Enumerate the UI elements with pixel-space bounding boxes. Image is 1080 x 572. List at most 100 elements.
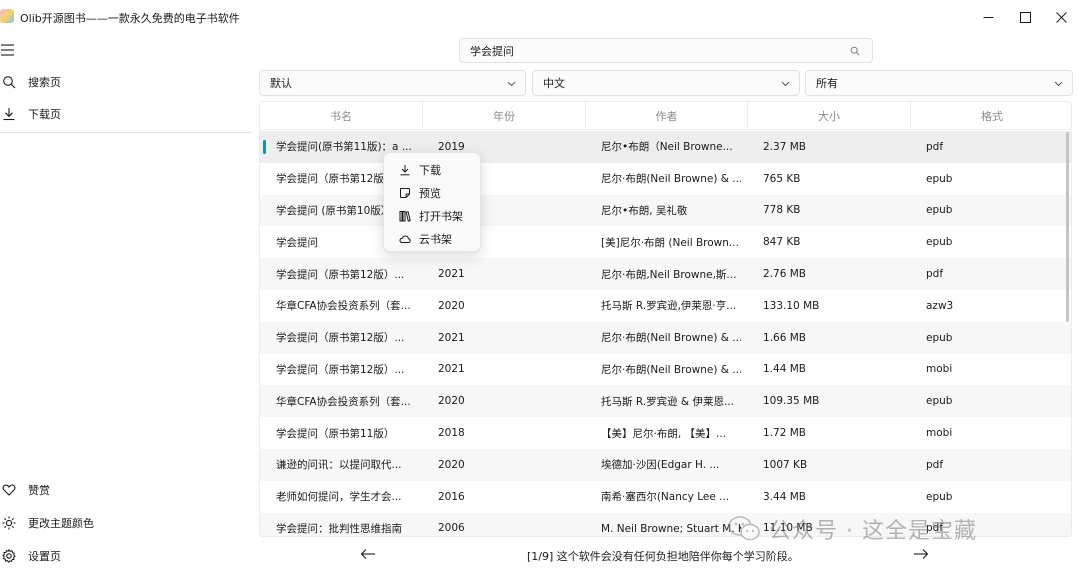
search-icon bbox=[0, 73, 18, 91]
cell-title: 学会提问（原书第12版）... bbox=[276, 363, 405, 376]
sort-select[interactable]: 默认 bbox=[259, 70, 526, 96]
cell-author: 埃德加·沙因(Edgar H. ... bbox=[601, 459, 720, 472]
format-select[interactable]: 所有 bbox=[805, 70, 1073, 96]
watermark-text: 公众号 · 这全是宝藏 bbox=[769, 519, 977, 544]
cell-year: 2021 bbox=[438, 268, 465, 281]
cell-title: 华章CFA协会投资系列（套... bbox=[276, 300, 411, 313]
cell-author: 尼尔•布朗（Neil Browne... bbox=[601, 141, 733, 154]
context-menu-cloud-shelf[interactable]: 云书架 bbox=[384, 227, 480, 250]
cell-format: mobi bbox=[926, 427, 953, 440]
next-page-button[interactable] bbox=[911, 545, 931, 563]
column-header-title[interactable]: 书名 bbox=[260, 102, 423, 130]
cell-year: 2020 bbox=[438, 299, 465, 312]
cell-title: 学会提问（原书第12版）... bbox=[276, 332, 405, 345]
watermark: 公众号 · 这全是宝藏 bbox=[727, 512, 977, 546]
arrow-left-icon bbox=[360, 549, 375, 559]
minimize-icon bbox=[983, 16, 993, 18]
context-menu-bookshelf[interactable]: 打开书架 bbox=[384, 204, 480, 227]
cell-author: M. Neil Browne; Stuart M. Keeley; 赵玉芳; 向… bbox=[601, 522, 741, 535]
cell-author: 托马斯 R.罗宾逊 & 伊莱恩... bbox=[601, 395, 734, 408]
search-box[interactable] bbox=[459, 38, 873, 63]
cell-format: epub bbox=[926, 172, 953, 185]
column-header-author[interactable]: 作者 bbox=[586, 102, 748, 130]
table-row[interactable]: 老师如何提问，学生才会... 2016 南希·塞西尔(Nancy Lee ... 3.… bbox=[260, 481, 1071, 513]
sidebar-item-theme[interactable]: 更改主题颜色 bbox=[0, 509, 253, 537]
gear-icon bbox=[0, 547, 18, 565]
context-menu-label: 云书架 bbox=[419, 232, 452, 246]
cell-size: 2.76 MB bbox=[763, 268, 806, 281]
cell-year: 2020 bbox=[438, 458, 465, 471]
sidebar-item-label: 下载页 bbox=[28, 108, 61, 121]
sidebar: 搜索页 下载页 赞赏 更改主题颜色 设置页 bbox=[0, 34, 253, 572]
sidebar-item-download[interactable]: 下载页 bbox=[0, 100, 253, 128]
cell-author: 尼尔·布朗(Neil Browne) & ... bbox=[601, 363, 741, 376]
cell-year: 2020 bbox=[438, 395, 465, 408]
maximize-icon bbox=[1019, 11, 1031, 23]
cloud-icon bbox=[398, 232, 411, 245]
sort-select-value: 默认 bbox=[270, 77, 292, 90]
table-row[interactable]: 学会提问（原书第12版）... 2021 尼尔·布朗(Neil Browne) & … bbox=[260, 354, 1071, 386]
context-menu-preview[interactable]: 预览 bbox=[384, 181, 480, 204]
cell-format: epub bbox=[926, 204, 953, 217]
hamburger-icon bbox=[1, 44, 14, 56]
table-row[interactable]: 学会提问 (原书第10版）... 尼尔•布朗, 吴礼敬 778 KB epub bbox=[260, 194, 1071, 227]
sidebar-divider bbox=[0, 132, 253, 133]
cell-size: 1.44 MB bbox=[763, 363, 806, 376]
language-select-value: 中文 bbox=[543, 77, 565, 90]
sidebar-item-label: 更改主题颜色 bbox=[28, 517, 94, 530]
download-icon bbox=[398, 163, 411, 176]
context-menu-download[interactable]: 下载 bbox=[384, 158, 480, 181]
previous-page-button[interactable] bbox=[358, 545, 378, 563]
cell-author: [美]尼尔·布朗 (Neil Brown... bbox=[601, 236, 739, 249]
cell-title: 谦逊的问讯：以提问取代... bbox=[276, 459, 402, 472]
cell-size: 1.72 MB bbox=[763, 427, 806, 440]
column-header-format[interactable]: 格式 bbox=[911, 102, 1071, 130]
cell-year: 2016 bbox=[438, 490, 465, 503]
table-row[interactable]: 学会提问（原书第12版）... 尼尔·布朗(Neil Browne) & ... 7… bbox=[260, 163, 1071, 195]
cell-year: 2021 bbox=[438, 331, 465, 344]
language-select[interactable]: 中文 bbox=[532, 70, 800, 96]
preview-icon bbox=[398, 186, 411, 199]
format-select-value: 所有 bbox=[816, 77, 838, 90]
context-menu: 下载 预览 打开书架 云书架 bbox=[383, 152, 481, 252]
close-icon bbox=[1055, 11, 1067, 23]
table-row[interactable]: 谦逊的问讯：以提问取代... 2020 埃德加·沙因(Edgar H. ... 100… bbox=[260, 448, 1071, 481]
menu-toggle-button[interactable] bbox=[0, 40, 20, 60]
context-menu-label: 下载 bbox=[419, 163, 441, 177]
cell-size: 847 KB bbox=[763, 236, 801, 249]
cell-year: 2006 bbox=[438, 522, 465, 535]
cell-title: 华章CFA协会投资系列（套... bbox=[276, 395, 411, 408]
cell-author: 尼尔•布朗, 吴礼敬 bbox=[601, 204, 688, 217]
cell-author: 【美】尼尔·布朗, 【美】... bbox=[601, 427, 727, 440]
cell-year: 2021 bbox=[438, 363, 465, 376]
table-row[interactable]: 学会提问（原书第12版）... 2021 尼尔·布朗,Neil Browne,斯..… bbox=[260, 258, 1071, 290]
sidebar-item-settings[interactable]: 设置页 bbox=[0, 542, 253, 570]
close-button[interactable] bbox=[1038, 0, 1080, 34]
cell-size: 133.10 MB bbox=[763, 299, 820, 312]
sidebar-item-donate[interactable]: 赞赏 bbox=[0, 476, 253, 504]
cell-title: 学会提问（原书第12版）... bbox=[276, 268, 405, 281]
search-input[interactable] bbox=[470, 44, 840, 57]
cell-format: pdf bbox=[926, 458, 944, 471]
table-row[interactable]: 学会提问（原书第11版） 2018 【美】尼尔·布朗, 【美】... 1.72 MB m… bbox=[260, 417, 1071, 449]
column-header-year[interactable]: 年份 bbox=[423, 102, 586, 130]
column-header-size[interactable]: 大小 bbox=[748, 102, 911, 130]
cell-author: 尼尔·布朗,Neil Browne,斯... bbox=[601, 268, 737, 281]
table-row[interactable]: 华章CFA协会投资系列（套... 2020 托马斯 R.罗宾逊,伊莱恩·亨... 13… bbox=[260, 290, 1071, 322]
sidebar-item-search[interactable]: 搜索页 bbox=[0, 68, 253, 96]
table-row[interactable]: 华章CFA协会投资系列（套... 2020 托马斯 R.罗宾逊 & 伊莱恩... 10… bbox=[260, 385, 1071, 418]
table-row[interactable]: 学会提问（原书第12版）... 2021 尼尔·布朗(Neil Browne) & … bbox=[260, 321, 1071, 354]
cell-format: epub bbox=[926, 490, 953, 503]
table-row[interactable]: 学会提问(原书第11版)：a ... 2019 尼尔•布朗（Neil Browne.… bbox=[260, 131, 1071, 163]
cell-title: 老师如何提问，学生才会... bbox=[276, 491, 402, 504]
chevron-down-icon bbox=[1054, 81, 1063, 87]
cell-format: epub bbox=[926, 395, 953, 408]
table-row[interactable]: 学会提问 [美]尼尔·布朗 (Neil Brown... 847 KB epub bbox=[260, 226, 1071, 258]
search-icon[interactable] bbox=[850, 46, 860, 56]
cell-author: 南希·塞西尔(Nancy Lee ... bbox=[601, 491, 730, 504]
cell-title: 学会提问：批判性思维指南 bbox=[276, 522, 402, 535]
download-icon bbox=[0, 105, 18, 123]
table-scrollbar[interactable] bbox=[1066, 132, 1069, 322]
cell-format: pdf bbox=[926, 268, 944, 281]
chevron-down-icon bbox=[507, 81, 516, 87]
